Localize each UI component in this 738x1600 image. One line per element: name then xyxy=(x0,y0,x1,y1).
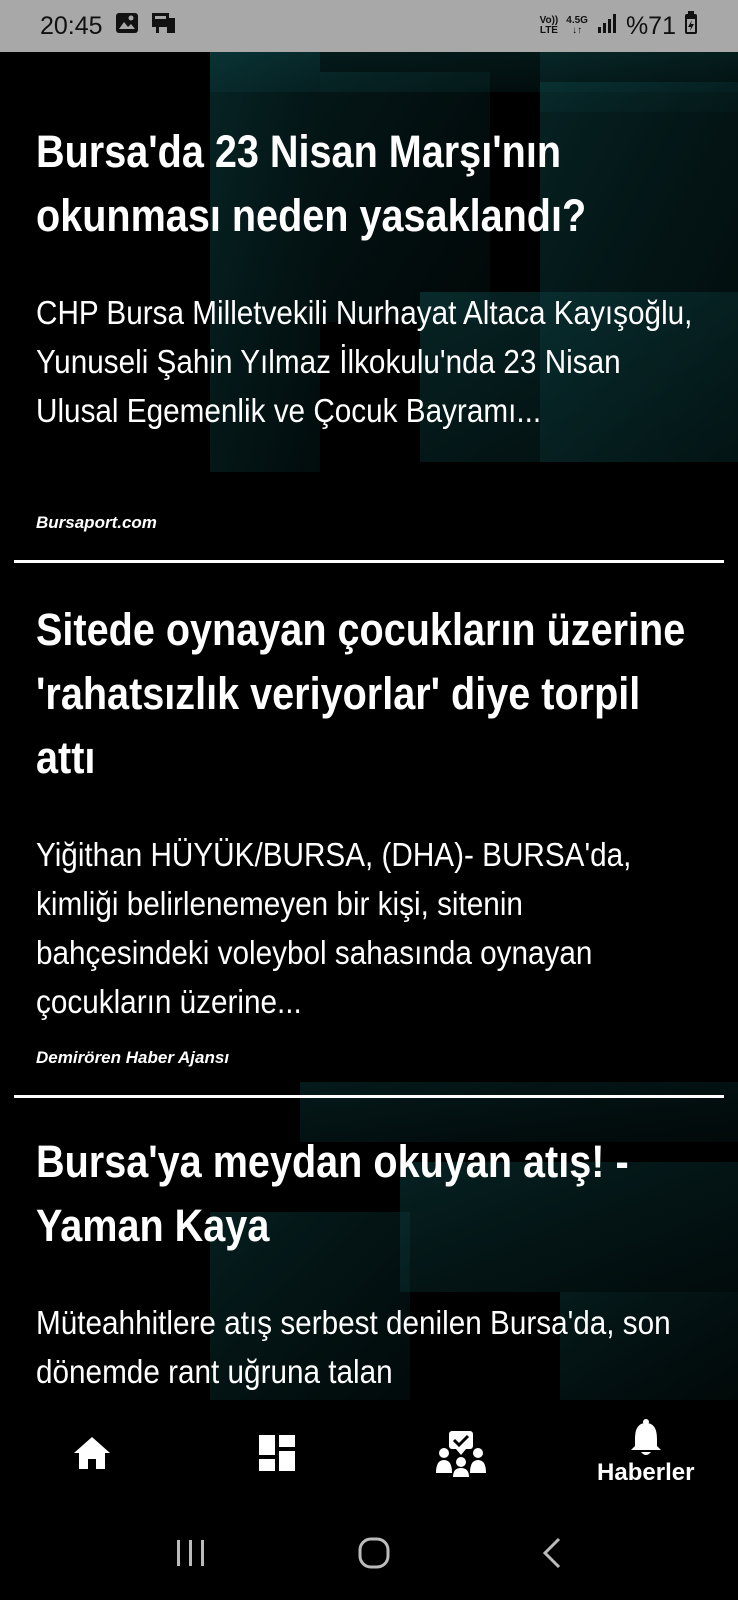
network-indicator: 4.5G ↓↑ xyxy=(566,16,588,36)
article-summary: Yiğithan HÜYÜK/BURSA, (DHA)- BURSA'da, k… xyxy=(36,836,632,1020)
article-headline[interactable]: Sitede oynayan çocukların üzerine 'rahat… xyxy=(36,598,705,790)
news-card[interactable]: Sitede oynayan çocukların üzerine 'rahat… xyxy=(0,598,738,1026)
nav-dashboard[interactable] xyxy=(185,1400,370,1506)
system-navigation-bar xyxy=(0,1506,738,1600)
dashboard-icon xyxy=(258,1435,295,1471)
recent-apps-icon[interactable] xyxy=(174,1538,208,1568)
home-icon xyxy=(74,1437,111,1469)
signal-icon xyxy=(596,12,618,41)
nav-community[interactable] xyxy=(369,1400,554,1506)
status-bar: 20:45 Vo)) LTE 4.5G ↓↑ %71 xyxy=(0,0,738,52)
battery-percent: %71 xyxy=(625,11,676,40)
nav-label-haberler: Haberler xyxy=(597,1459,695,1486)
article-headline[interactable]: Bursa'ya meydan okuyan atış! - Yaman Kay… xyxy=(36,1130,705,1258)
notification-app-icon xyxy=(151,11,177,42)
bell-icon xyxy=(630,1419,661,1455)
article-headline[interactable]: Bursa'da 23 Nisan Marşı'nın okunması ned… xyxy=(36,120,705,248)
nav-home[interactable] xyxy=(0,1400,185,1506)
nav-haberler[interactable]: Haberler xyxy=(554,1400,738,1506)
battery-icon xyxy=(684,10,698,42)
bottom-navigation: Haberler xyxy=(0,1400,738,1506)
article-source: Demirören Haber Ajansı xyxy=(36,1048,230,1067)
news-card[interactable]: Bursa'da 23 Nisan Marşı'nın okunması ned… xyxy=(0,120,738,435)
community-icon xyxy=(436,1431,487,1477)
home-button-icon[interactable] xyxy=(357,1536,391,1570)
card-divider xyxy=(14,560,724,563)
volte-bottom-label: LTE xyxy=(539,25,558,36)
back-icon[interactable] xyxy=(540,1536,564,1570)
status-time: 20:45 xyxy=(40,11,103,40)
article-summary: CHP Bursa Milletvekili Nurhayat Altaca K… xyxy=(36,294,693,429)
news-card[interactable]: Bursa'ya meydan okuyan atış! - Yaman Kay… xyxy=(0,1130,738,1396)
volte-indicator: Vo)) LTE xyxy=(540,16,559,36)
news-feed[interactable]: Bursa'da 23 Nisan Marşı'nın okunması ned… xyxy=(0,52,738,1400)
network-arrows-label: ↓↑ xyxy=(572,25,583,36)
article-summary: Müteahhitlere atış serbest denilen Bursa… xyxy=(36,1304,671,1390)
gallery-notification-icon xyxy=(115,12,139,41)
article-source: Bursaport.com xyxy=(36,513,157,532)
card-divider xyxy=(14,1095,724,1098)
